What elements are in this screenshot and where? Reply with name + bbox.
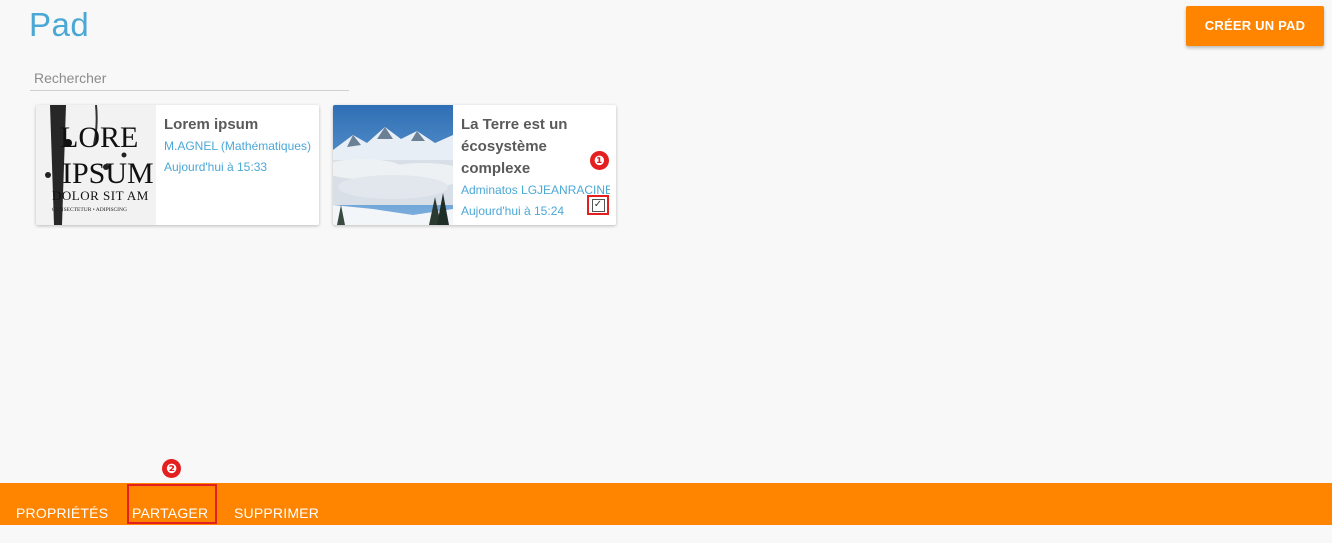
- share-highlight-box: [127, 484, 217, 524]
- lorem-ipsum-thumbnail-image: LORE IPSUM DOLOR SIT AM CONSECTETUR • AD…: [36, 105, 156, 225]
- page-title: Pad: [29, 6, 90, 43]
- pad-title[interactable]: Lorem ipsum: [164, 114, 313, 136]
- pad-card-la-terre[interactable]: La Terre est un écosystème complexe Admi…: [333, 105, 616, 225]
- delete-button[interactable]: SUPPRIMER: [234, 483, 319, 525]
- pad-author: M.AGNEL (Mathématiques): [164, 139, 311, 153]
- pad-thumbnail: LORE IPSUM DOLOR SIT AM CONSECTETUR • AD…: [36, 105, 156, 225]
- step-1-badge: ❶: [590, 151, 609, 170]
- selection-highlight-box: ✓: [587, 195, 609, 215]
- pad-select-checkbox[interactable]: ✓: [591, 198, 605, 212]
- step-2-badge: ❷: [162, 459, 181, 478]
- properties-button[interactable]: PROPRIÉTÉS: [16, 483, 108, 525]
- create-pad-button[interactable]: CRÉER UN PAD: [1186, 6, 1324, 46]
- thumbnail-text-line1: LORE: [60, 121, 138, 154]
- thumbnail-text-line3: DOLOR SIT AM: [52, 188, 149, 203]
- thumbnail-text-line2: IPSUM: [62, 157, 154, 190]
- pad-date: Aujourd'hui à 15:33: [164, 160, 268, 174]
- mountain-clouds-thumbnail-image: [333, 105, 453, 225]
- pad-card-body: Lorem ipsum M.AGNEL (Mathématiques) Aujo…: [164, 105, 313, 225]
- search-bar: [30, 68, 357, 91]
- pad-thumbnail: [333, 105, 453, 225]
- search-input[interactable]: [30, 68, 357, 88]
- thumbnail-text-line4: CONSECTETUR • ADIPISCING: [52, 207, 127, 213]
- pad-card-lorem-ipsum[interactable]: LORE IPSUM DOLOR SIT AM CONSECTETUR • AD…: [36, 105, 319, 225]
- pad-title[interactable]: La Terre est un écosystème complexe: [461, 114, 581, 180]
